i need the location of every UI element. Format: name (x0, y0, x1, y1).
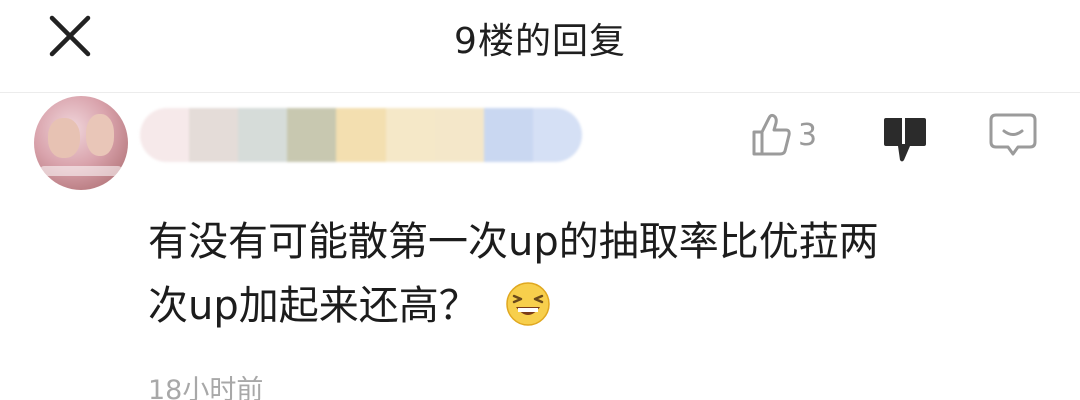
reply-button[interactable] (988, 112, 1038, 158)
like-button[interactable]: 3 (750, 112, 817, 158)
username-blurred[interactable] (140, 108, 582, 162)
avatar[interactable] (34, 96, 128, 190)
header-bar: 9楼的回复 (0, 0, 1080, 93)
dislike-button[interactable] (880, 114, 928, 164)
thumbs-up-icon (752, 113, 791, 156)
comment-text-line-2: 次up加起来还高？ (148, 283, 479, 329)
reply-page: 9楼的回复 3 有没有可能散第一次up的抽取率比优菈两 次up加起来还高？ 18… (0, 0, 1080, 400)
comment-bubble-icon (989, 113, 1037, 156)
like-count: 3 (798, 117, 818, 153)
thumbs-down-icon (884, 118, 926, 162)
page-title: 9楼的回复 (454, 21, 626, 62)
comment-text-line-2-row: 次up加起来还高？ (148, 274, 1028, 338)
comment-text: 有没有可能散第一次up的抽取率比优菈两 次up加起来还高？ (148, 210, 1028, 338)
grinning-squint-emoji-icon (506, 282, 550, 326)
comment-text-line-1: 有没有可能散第一次up的抽取率比优菈两 (148, 219, 879, 265)
comment-timestamp: 18小时前 (148, 375, 264, 400)
